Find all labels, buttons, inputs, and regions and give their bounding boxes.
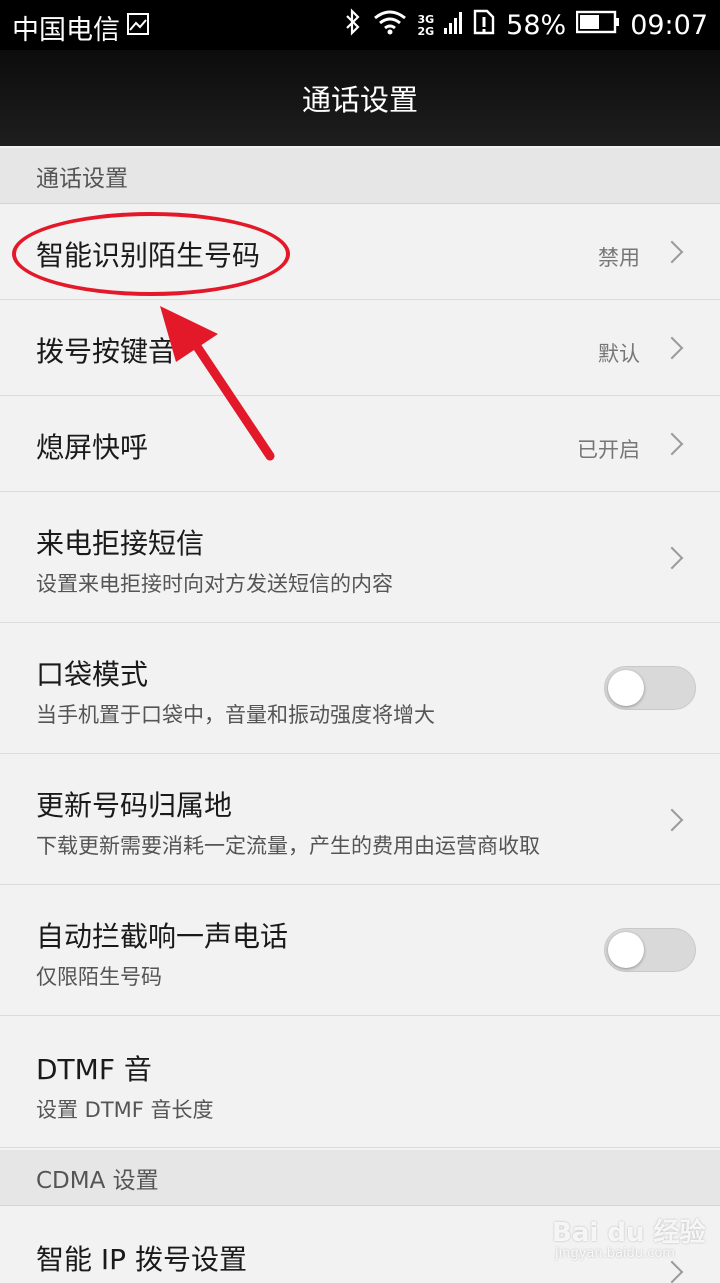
pocket-mode-toggle[interactable]: [604, 666, 696, 710]
title-bar: 通话设置: [0, 50, 720, 146]
status-bar: 中国电信 3G 2G 58% 09:07: [0, 0, 720, 50]
signal-icon: [444, 8, 463, 43]
baidu-watermark: Bai du 经验: [552, 1218, 706, 1248]
baidu-watermark-url: jingyan.baidu.com: [555, 1246, 675, 1261]
setting-subtitle: 下载更新需要消耗一定流量，产生的费用由运营商收取: [36, 834, 540, 858]
setting-title: 口袋模式: [36, 658, 149, 691]
setting-dtmf-tone[interactable]: DTMF 音 设置 DTMF 音长度: [0, 1016, 720, 1148]
section-header-call-settings: 通话设置: [0, 148, 720, 204]
toggle-knob: [608, 932, 644, 968]
setting-block-one-ring-calls: 自动拦截响一声电话 仅限陌生号码: [0, 885, 720, 1016]
setting-subtitle: 设置 DTMF 音长度: [36, 1098, 214, 1122]
clock: 09:07: [630, 10, 708, 41]
bluetooth-icon: [343, 8, 363, 43]
setting-title: 熄屏快呼: [36, 431, 149, 464]
chevron-right-icon: [660, 546, 684, 570]
chevron-right-icon: [660, 808, 684, 832]
setting-subtitle: 仅限陌生号码: [36, 965, 162, 989]
setting-screen-off-quick-call[interactable]: 熄屏快呼 已开启: [0, 396, 720, 492]
setting-update-number-location[interactable]: 更新号码归属地 下载更新需要消耗一定流量，产生的费用由运营商收取: [0, 754, 720, 885]
setting-title: 来电拒接短信: [36, 527, 205, 560]
carrier-group: 中国电信: [12, 8, 150, 47]
setting-title: 自动拦截响一声电话: [36, 920, 289, 953]
chevron-right-icon: [660, 336, 684, 360]
setting-smart-stranger-id[interactable]: 智能识别陌生号码 禁用: [0, 204, 720, 300]
setting-value: 默认: [598, 342, 640, 366]
battery-percent: 58%: [506, 10, 567, 41]
setting-title: 智能识别陌生号码: [36, 239, 261, 272]
setting-subtitle: 设置来电拒接时向对方发送短信的内容: [36, 572, 393, 596]
network-2g-label: 2G: [417, 24, 435, 38]
page-title: 通话设置: [301, 83, 418, 117]
wifi-icon: [373, 9, 407, 42]
setting-value: 已开启: [577, 438, 640, 462]
setting-pocket-mode: 口袋模式 当手机置于口袋中，音量和振动强度将增大: [0, 623, 720, 754]
status-icons: 3G 2G 58% 09:07: [343, 8, 708, 43]
chevron-right-icon: [660, 240, 684, 264]
setting-title: 拨号按键音: [36, 335, 177, 368]
setting-title: DTMF 音: [36, 1053, 152, 1086]
section-header-label: 通话设置: [36, 165, 128, 192]
setting-title: 智能 IP 拨号设置: [36, 1243, 247, 1276]
toggle-knob: [608, 670, 644, 706]
image-notification-icon: [126, 12, 150, 43]
setting-dial-keypad-tone[interactable]: 拨号按键音 默认: [0, 300, 720, 396]
setting-title: 更新号码归属地: [36, 789, 233, 822]
setting-reject-sms[interactable]: 来电拒接短信 设置来电拒接时向对方发送短信的内容: [0, 492, 720, 623]
setting-subtitle: 当手机置于口袋中，音量和振动强度将增大: [36, 703, 435, 727]
section-header-label: CDMA 设置: [36, 1167, 159, 1194]
network-3g-label: 3G: [417, 12, 435, 26]
sim-alert-icon: [472, 8, 496, 43]
battery-icon: [575, 10, 620, 41]
block-one-ring-toggle[interactable]: [604, 928, 696, 972]
chevron-right-icon: [660, 432, 684, 456]
setting-value: 禁用: [598, 246, 640, 270]
carrier-name: 中国电信: [12, 15, 120, 46]
section-header-cdma: CDMA 设置: [0, 1150, 720, 1206]
network-type: 3G 2G: [417, 12, 435, 38]
